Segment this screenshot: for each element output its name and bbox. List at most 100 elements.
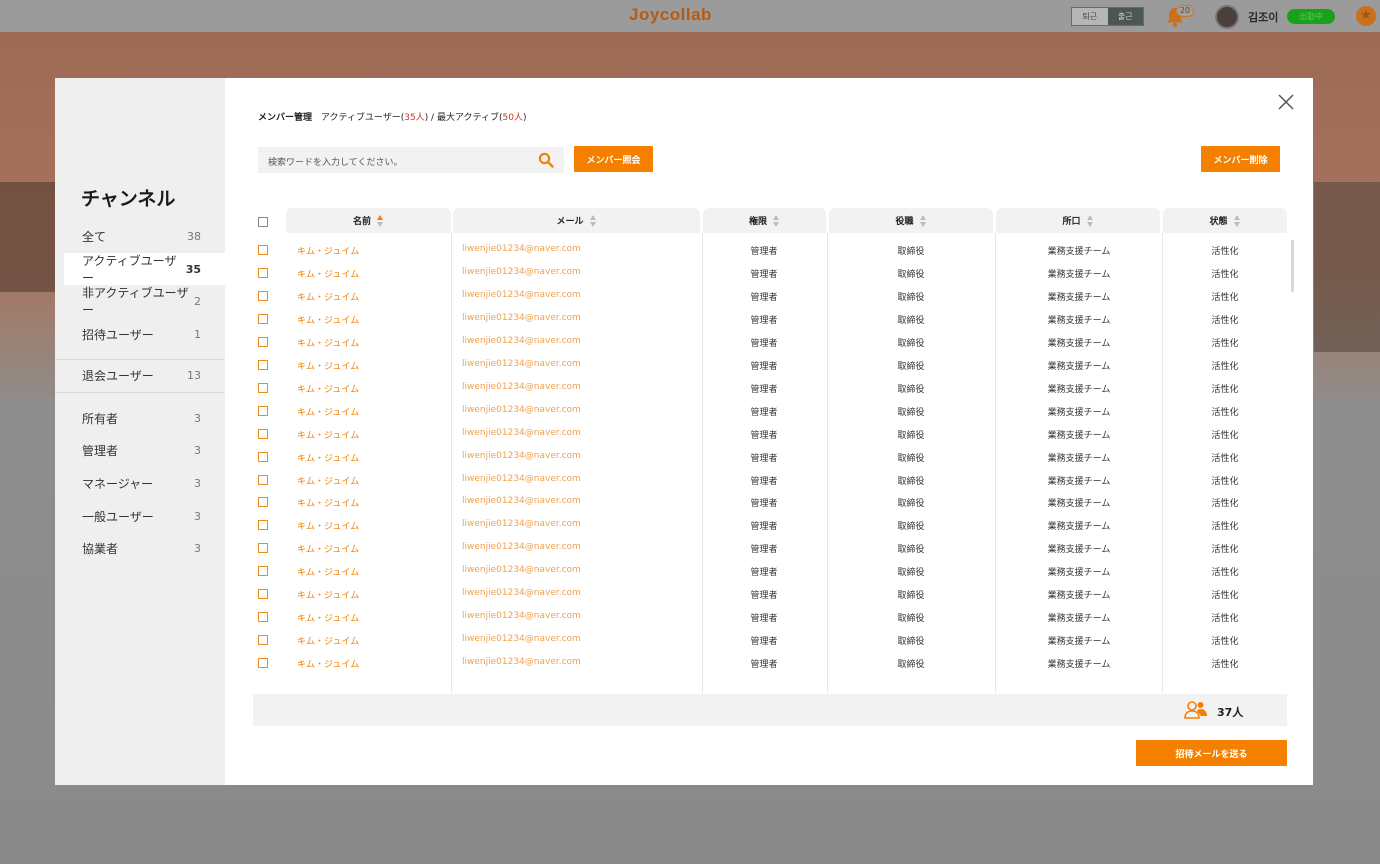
table-row[interactable]: キム・ジュイム liwenjie01234@naver.com 管理者 取締役 業務支援… bbox=[253, 540, 1287, 556]
column-header-dept[interactable]: 所口 bbox=[996, 208, 1160, 233]
row-checkbox[interactable] bbox=[258, 520, 268, 533]
member-email[interactable]: liwenjie01234@naver.com bbox=[462, 588, 581, 598]
send-invite-email-button[interactable]: 招待メールを送る bbox=[1136, 740, 1287, 766]
search-input[interactable]: 検索ワードを入力してください。 bbox=[258, 147, 564, 173]
sidebar-item-collaborators[interactable]: 協業者 3 bbox=[64, 532, 225, 564]
member-name[interactable]: キム・ジュイム bbox=[297, 657, 359, 670]
member-delete-button[interactable]: メンバー削除 bbox=[1201, 146, 1280, 172]
checkbox[interactable] bbox=[258, 543, 268, 553]
sidebar-item-withdrawn-users[interactable]: 退会ユーザー 13 bbox=[64, 359, 225, 391]
member-lookup-button[interactable]: メンバー照会 bbox=[574, 146, 653, 172]
table-row[interactable]: キム・ジュイム liwenjie01234@naver.com 管理者 取締役 業務支援… bbox=[253, 472, 1287, 488]
checkbox[interactable] bbox=[258, 612, 268, 622]
member-email[interactable]: liwenjie01234@naver.com bbox=[462, 313, 581, 323]
close-icon[interactable] bbox=[1276, 92, 1296, 112]
table-row[interactable]: キム・ジュイム liwenjie01234@naver.com 管理者 取締役 業務支援… bbox=[253, 403, 1287, 419]
search-icon[interactable] bbox=[538, 152, 554, 168]
member-email[interactable]: liwenjie01234@naver.com bbox=[462, 519, 581, 529]
row-checkbox[interactable] bbox=[258, 360, 268, 373]
checkbox[interactable] bbox=[258, 635, 268, 645]
checkbox[interactable] bbox=[258, 314, 268, 324]
sidebar-item-invited-users[interactable]: 招待ユーザー 1 bbox=[64, 318, 225, 350]
checkbox[interactable] bbox=[258, 383, 268, 393]
member-email[interactable]: liwenjie01234@naver.com bbox=[462, 657, 581, 667]
table-row[interactable]: キム・ジュイム liwenjie01234@naver.com 管理者 取締役 業務支援… bbox=[253, 449, 1287, 465]
table-row[interactable]: キム・ジュイム liwenjie01234@naver.com 管理者 取締役 業務支援… bbox=[253, 311, 1287, 327]
star-icon[interactable]: ★ bbox=[1356, 6, 1376, 26]
member-email[interactable]: liwenjie01234@naver.com bbox=[462, 290, 581, 300]
member-email[interactable]: liwenjie01234@naver.com bbox=[462, 565, 581, 575]
table-row[interactable]: キム・ジュイム liwenjie01234@naver.com 管理者 取締役 業務支援… bbox=[253, 517, 1287, 533]
member-name[interactable]: キム・ジュイム bbox=[297, 336, 359, 349]
checkbox[interactable] bbox=[258, 337, 268, 347]
sort-icon[interactable] bbox=[919, 214, 927, 227]
status-badge[interactable]: 出勤中 bbox=[1287, 9, 1335, 24]
table-row[interactable]: キム・ジュイム liwenjie01234@naver.com 管理者 取締役 業務支援… bbox=[253, 563, 1287, 579]
checkbox[interactable] bbox=[258, 245, 268, 255]
checkbox[interactable] bbox=[258, 360, 268, 370]
checkbox[interactable] bbox=[258, 475, 268, 485]
checkbox[interactable] bbox=[258, 566, 268, 576]
member-name[interactable]: キム・ジュイム bbox=[297, 634, 359, 647]
table-row[interactable]: キム・ジュイム liwenjie01234@naver.com 管理者 取締役 業務支援… bbox=[253, 586, 1287, 602]
table-row[interactable]: キム・ジュイム liwenjie01234@naver.com 管理者 取締役 業務支援… bbox=[253, 265, 1287, 281]
member-email[interactable]: liwenjie01234@naver.com bbox=[462, 496, 581, 506]
member-email[interactable]: liwenjie01234@naver.com bbox=[462, 405, 581, 415]
checkbox[interactable] bbox=[258, 406, 268, 416]
checkbox[interactable] bbox=[258, 429, 268, 439]
sidebar-item-all[interactable]: 全て 38 bbox=[64, 220, 225, 252]
member-email[interactable]: liwenjie01234@naver.com bbox=[462, 382, 581, 392]
table-row[interactable]: キム・ジュイム liwenjie01234@naver.com 管理者 取締役 業務支援… bbox=[253, 655, 1287, 671]
select-all-checkbox[interactable] bbox=[258, 217, 268, 227]
avatar[interactable] bbox=[1215, 5, 1239, 29]
member-email[interactable]: liwenjie01234@naver.com bbox=[462, 428, 581, 438]
member-name[interactable]: キム・ジュイム bbox=[297, 382, 359, 395]
row-checkbox[interactable] bbox=[258, 429, 268, 442]
row-checkbox[interactable] bbox=[258, 383, 268, 396]
sidebar-item-general-users[interactable]: 一般ユーザー 3 bbox=[64, 500, 225, 532]
sidebar-item-managers[interactable]: マネージャー 3 bbox=[64, 467, 225, 499]
row-checkbox[interactable] bbox=[258, 406, 268, 419]
sort-icon[interactable] bbox=[589, 214, 597, 227]
member-email[interactable]: liwenjie01234@naver.com bbox=[462, 336, 581, 346]
table-row[interactable]: キム・ジュイム liwenjie01234@naver.com 管理者 取締役 業務支援… bbox=[253, 494, 1287, 510]
toggle-off-work[interactable]: 퇴근 bbox=[1072, 8, 1108, 25]
member-name[interactable]: キム・ジュイム bbox=[297, 244, 359, 257]
member-email[interactable]: liwenjie01234@naver.com bbox=[462, 244, 581, 254]
table-row[interactable]: キム・ジュイム liwenjie01234@naver.com 管理者 取締役 業務支援… bbox=[253, 426, 1287, 442]
member-name[interactable]: キム・ジュイム bbox=[297, 588, 359, 601]
sidebar-item-inactive-users[interactable]: 非アクティブユーザー 2 bbox=[64, 285, 225, 317]
sort-icon[interactable] bbox=[773, 214, 780, 227]
table-row[interactable]: キム・ジュイム liwenjie01234@naver.com 管理者 取締役 業務支援… bbox=[253, 632, 1287, 648]
member-name[interactable]: キム・ジュイム bbox=[297, 542, 359, 555]
row-checkbox[interactable] bbox=[258, 314, 268, 327]
member-name[interactable]: キム・ジュイム bbox=[297, 474, 359, 487]
row-checkbox[interactable] bbox=[258, 497, 268, 510]
row-checkbox[interactable] bbox=[258, 543, 268, 556]
checkbox[interactable] bbox=[258, 268, 268, 278]
member-name[interactable]: キム・ジュイム bbox=[297, 405, 359, 418]
member-name[interactable]: キム・ジュイム bbox=[297, 359, 359, 372]
row-checkbox[interactable] bbox=[258, 245, 268, 258]
sort-icon[interactable] bbox=[1086, 214, 1094, 227]
checkbox[interactable] bbox=[258, 589, 268, 599]
row-checkbox[interactable] bbox=[258, 589, 268, 602]
member-email[interactable]: liwenjie01234@naver.com bbox=[462, 611, 581, 621]
column-header-status[interactable]: 状態 bbox=[1163, 208, 1287, 233]
member-email[interactable]: liwenjie01234@naver.com bbox=[462, 542, 581, 552]
work-toggle[interactable]: 퇴근 출근 bbox=[1071, 7, 1144, 26]
member-email[interactable]: liwenjie01234@naver.com bbox=[462, 267, 581, 277]
sort-icon[interactable] bbox=[377, 214, 384, 227]
member-name[interactable]: キム・ジュイム bbox=[297, 519, 359, 532]
table-row[interactable]: キム・ジュイム liwenjie01234@naver.com 管理者 取締役 業務支援… bbox=[253, 242, 1287, 258]
member-email[interactable]: liwenjie01234@naver.com bbox=[462, 634, 581, 644]
member-name[interactable]: キム・ジュイム bbox=[297, 565, 359, 578]
table-scrollbar[interactable] bbox=[1291, 240, 1294, 292]
member-name[interactable]: キム・ジュイム bbox=[297, 611, 359, 624]
column-header-name[interactable]: 名前 bbox=[286, 208, 451, 233]
toggle-on-work[interactable]: 출근 bbox=[1107, 8, 1143, 25]
member-email[interactable]: liwenjie01234@naver.com bbox=[462, 451, 581, 461]
member-name[interactable]: キム・ジュイム bbox=[297, 496, 359, 509]
checkbox[interactable] bbox=[258, 658, 268, 668]
sidebar-item-admins[interactable]: 管理者 3 bbox=[64, 434, 225, 466]
